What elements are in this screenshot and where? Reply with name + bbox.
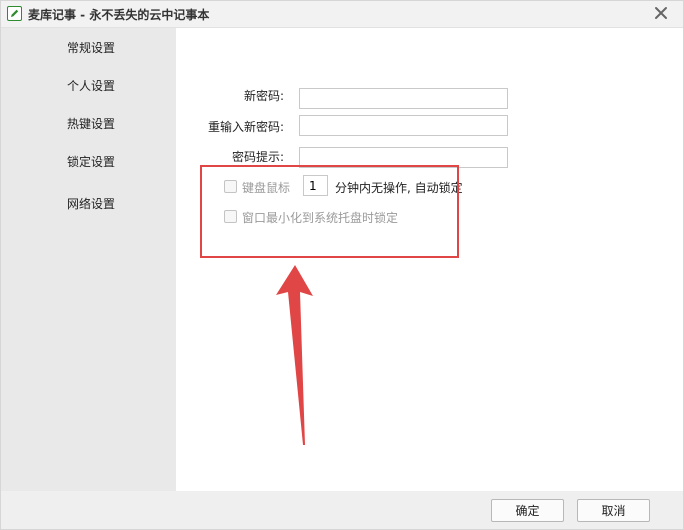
highlight-annotation [200, 165, 459, 258]
title-bar: 麦库记事 - 永不丢失的云中记事本 [1, 1, 683, 28]
sidebar-item-general[interactable]: 常规设置 [67, 39, 115, 56]
confirm-password-label: 重输入新密码: [207, 120, 284, 134]
settings-window: 麦库记事 - 永不丢失的云中记事本 常规设置 个人设置 热键设置 锁定设置 网络… [0, 0, 684, 530]
sidebar-item-hotkeys[interactable]: 热键设置 [67, 115, 115, 132]
sidebar-item-personal[interactable]: 个人设置 [67, 77, 115, 94]
new-password-label: 新密码: [243, 89, 284, 103]
dialog-footer: 确定 取消 [1, 491, 683, 529]
window-title: 麦库记事 - 永不丢失的云中记事本 [28, 8, 210, 22]
sidebar-item-network[interactable]: 网络设置 [67, 195, 115, 212]
confirm-password-field[interactable] [299, 115, 508, 136]
settings-sidebar: 常规设置 个人设置 热键设置 锁定设置 网络设置 [1, 28, 176, 491]
new-password-field[interactable] [299, 88, 508, 109]
password-hint-label: 密码提示: [231, 150, 284, 164]
arrow-annotation [276, 265, 313, 445]
close-icon[interactable] [653, 5, 669, 21]
sidebar-item-lock[interactable]: 锁定设置 [67, 153, 115, 170]
ok-button[interactable]: 确定 [491, 499, 564, 522]
cancel-button[interactable]: 取消 [577, 499, 650, 522]
app-icon [7, 6, 22, 21]
